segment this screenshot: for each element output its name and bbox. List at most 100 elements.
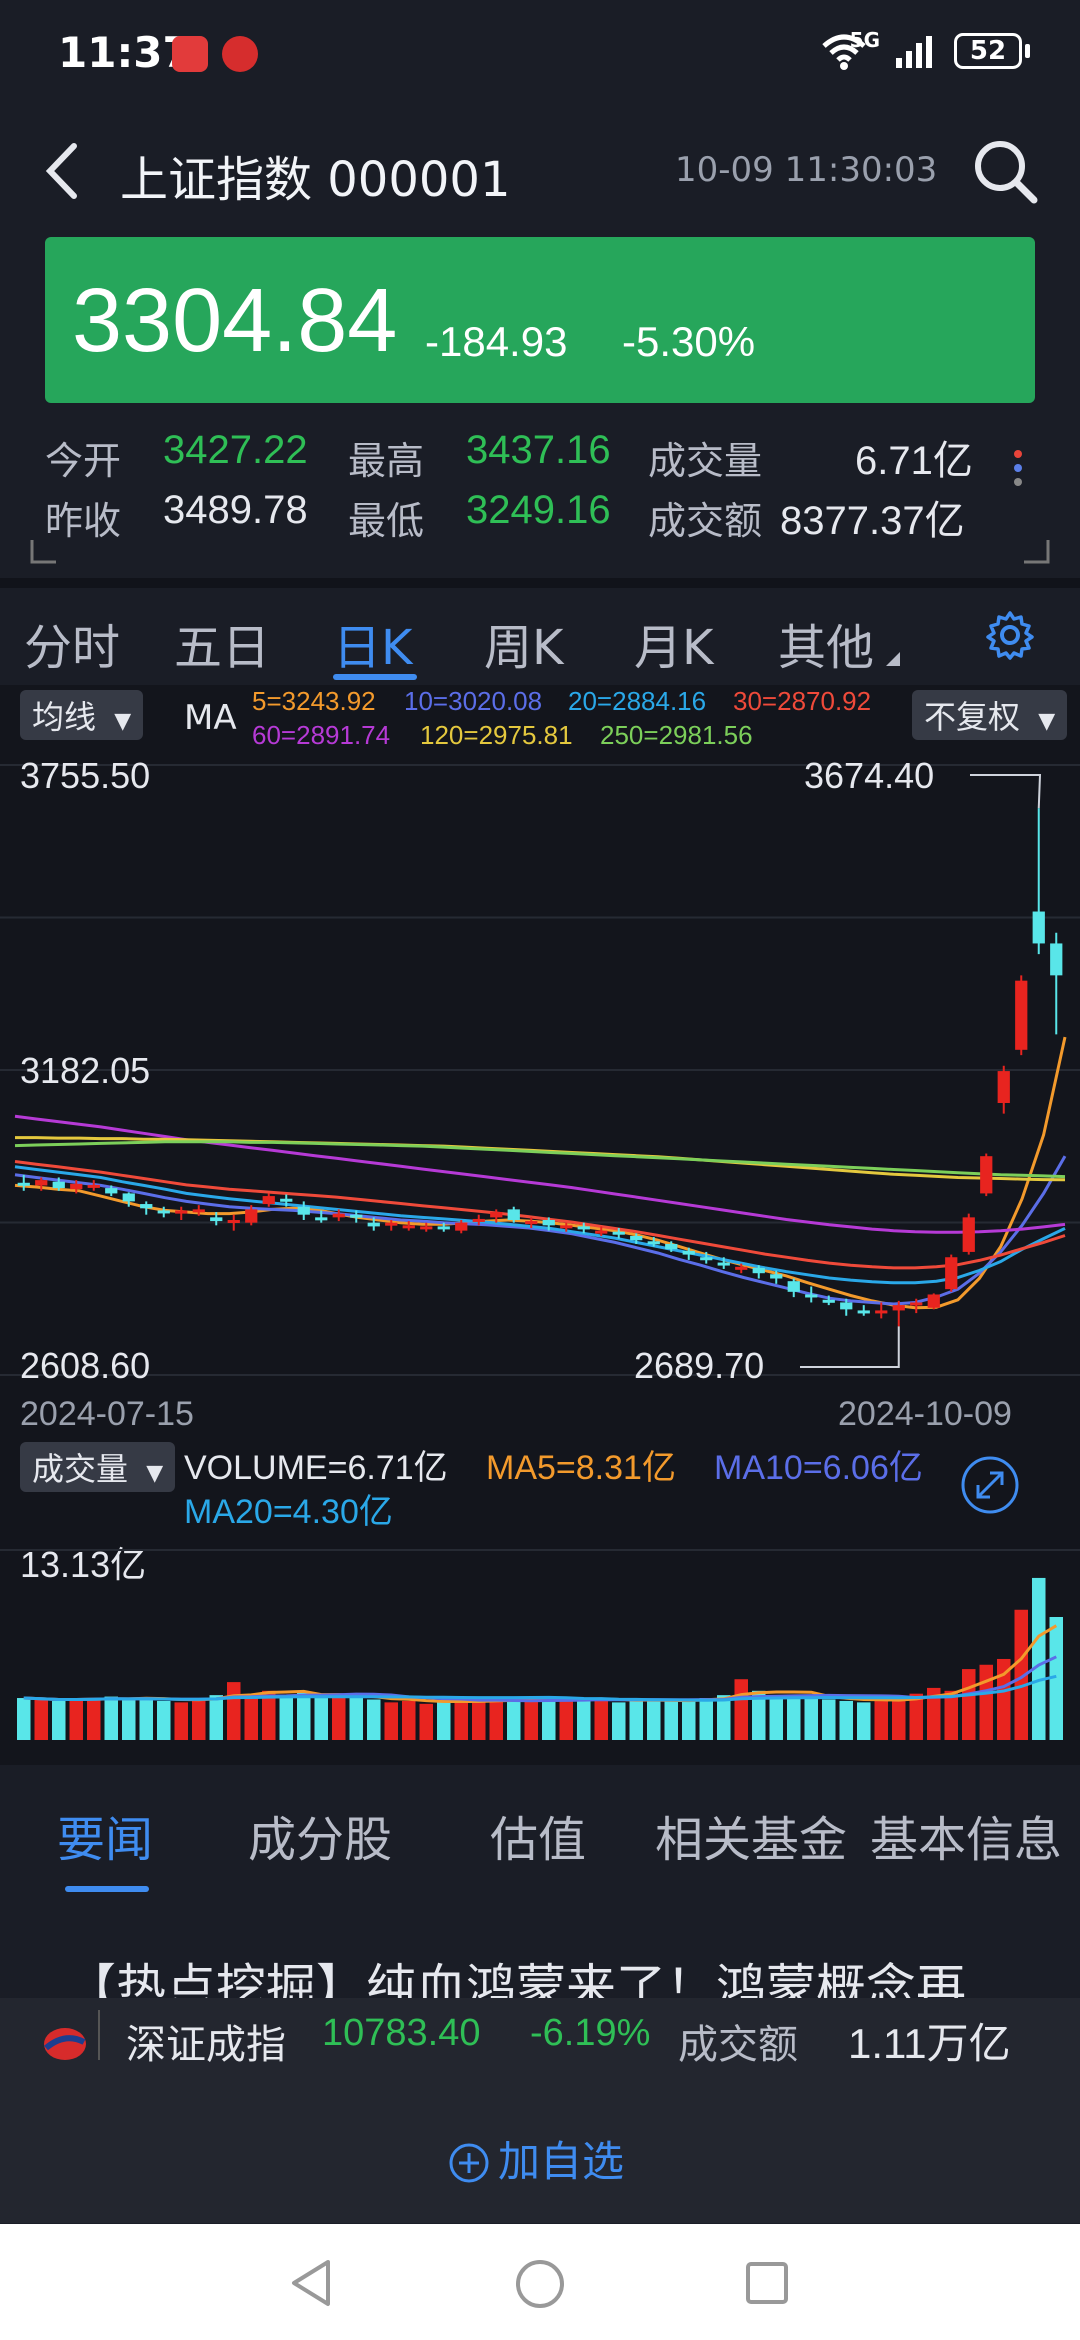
volume-legend: VOLUME=6.71亿 — [184, 1449, 448, 1487]
tab-news[interactable]: 要闻 — [57, 1800, 153, 1870]
notification-app-icon — [172, 36, 208, 72]
fq-select-label: 不复权 — [924, 698, 1021, 736]
tab-active-underline — [333, 674, 417, 680]
ma-select-label: 均线 — [32, 698, 97, 736]
volume-bar — [69, 1699, 83, 1740]
volume-bar — [174, 1702, 188, 1740]
fq-select[interactable]: 不复权 ▼ — [912, 690, 1068, 740]
y-tick-top: 3755.50 — [20, 755, 151, 796]
ma120-line — [15, 1136, 1066, 1182]
chevron-down-icon: ▼ — [1038, 709, 1056, 734]
nav-back-icon[interactable] — [288, 2258, 334, 2308]
current-price: 3304.84 — [72, 271, 398, 371]
more-menu-icon[interactable] — [1014, 444, 1022, 492]
candle — [980, 1156, 993, 1194]
volume-bar — [87, 1698, 101, 1740]
candle — [910, 1302, 923, 1306]
nav-recents-icon[interactable] — [744, 2260, 790, 2306]
volume-bar — [734, 1679, 748, 1740]
settings-gear-icon[interactable] — [985, 610, 1035, 660]
ma5-legend: 5=3243.92 — [252, 686, 376, 716]
search-icon[interactable] — [972, 138, 1038, 204]
nav-home-icon[interactable] — [514, 2258, 566, 2310]
candle — [332, 1213, 345, 1218]
add-watchlist-label: 加自选 — [498, 2137, 625, 2186]
low-value: 3249.16 — [466, 488, 611, 532]
fullscreen-icon[interactable] — [960, 1455, 1020, 1515]
tab-intraday[interactable]: 分时 — [24, 608, 120, 678]
exchange-logo-icon — [44, 2028, 86, 2060]
volume-bar — [874, 1699, 888, 1740]
kline-plot[interactable] — [0, 755, 1080, 1395]
notification-app-icon-2 — [222, 36, 258, 72]
candle — [997, 1071, 1010, 1104]
tab-weekly-k[interactable]: 周K — [484, 608, 563, 678]
candle — [350, 1214, 363, 1218]
open-label: 今开 — [45, 439, 122, 483]
candle — [595, 1230, 608, 1234]
candle — [962, 1217, 975, 1252]
candle — [735, 1266, 748, 1270]
volume-bar — [157, 1700, 171, 1740]
candle — [507, 1209, 520, 1221]
volume-bar — [717, 1695, 731, 1740]
candle — [52, 1181, 65, 1189]
volume-select[interactable]: 成交量 ▼ — [20, 1442, 176, 1492]
tab-other[interactable]: 其他 — [778, 608, 874, 678]
candle — [175, 1210, 188, 1214]
volume-bar — [559, 1700, 573, 1740]
ma250-legend: 250=2981.56 — [600, 720, 753, 750]
volume-bar — [297, 1692, 311, 1740]
volume-bar — [349, 1696, 363, 1740]
volume-bar — [279, 1695, 293, 1740]
volume-bar — [244, 1696, 258, 1740]
volume-bar — [804, 1696, 818, 1740]
candle — [1032, 911, 1045, 944]
candle — [612, 1231, 625, 1235]
volume-bar — [122, 1699, 136, 1740]
volume-ma5-legend: MA5=8.31亿 — [486, 1449, 676, 1487]
ma250-line — [14, 1140, 1066, 1179]
page-title: 上证指数 000001 — [120, 152, 511, 208]
candle — [70, 1183, 83, 1190]
candle — [455, 1222, 468, 1231]
plus-circle-icon — [449, 2143, 489, 2183]
tab-basic-info[interactable]: 基本信息 — [870, 1800, 1062, 1870]
price-change-pct: -5.30% — [622, 318, 756, 365]
ticker-amount: 1.11万亿 — [848, 2020, 1011, 2067]
ticker-price: 10783.40 — [322, 2012, 481, 2054]
add-watchlist-button[interactable]: 加自选 — [448, 2128, 624, 2189]
amount-label: 成交额 — [648, 499, 763, 543]
candle — [385, 1222, 398, 1226]
candle — [210, 1217, 223, 1222]
volume-bar — [419, 1703, 433, 1740]
signal-icon — [896, 36, 932, 68]
volume-bar — [139, 1698, 153, 1740]
candle — [805, 1294, 818, 1298]
candle — [770, 1274, 783, 1279]
tab-daily-k[interactable]: 日K — [333, 608, 412, 678]
volume-bar — [314, 1698, 328, 1740]
volume-bar — [332, 1696, 346, 1740]
tab-related-funds[interactable]: 相关基金 — [655, 1800, 847, 1870]
candle — [1050, 943, 1063, 976]
volume-bar — [629, 1699, 643, 1740]
volume-bar — [34, 1699, 48, 1740]
volume-bar — [857, 1702, 871, 1740]
ma-select[interactable]: 均线 ▼ — [20, 690, 144, 740]
tab-monthly-k[interactable]: 月K — [634, 608, 713, 678]
candle — [490, 1212, 503, 1218]
battery-tip — [1025, 44, 1030, 58]
candle — [945, 1257, 958, 1290]
candle — [262, 1196, 275, 1205]
tab-valuation[interactable]: 估值 — [490, 1800, 586, 1870]
volume-plot[interactable] — [0, 1520, 1080, 1745]
tab-five-day[interactable]: 五日 — [174, 608, 270, 678]
candle — [542, 1220, 555, 1226]
volume-bar — [664, 1699, 678, 1740]
tab-constituents[interactable]: 成分股 — [248, 1800, 392, 1870]
volume-bar — [367, 1699, 381, 1740]
back-arrow-icon[interactable] — [40, 140, 84, 202]
volume-bar — [892, 1698, 906, 1740]
candle — [700, 1257, 713, 1261]
